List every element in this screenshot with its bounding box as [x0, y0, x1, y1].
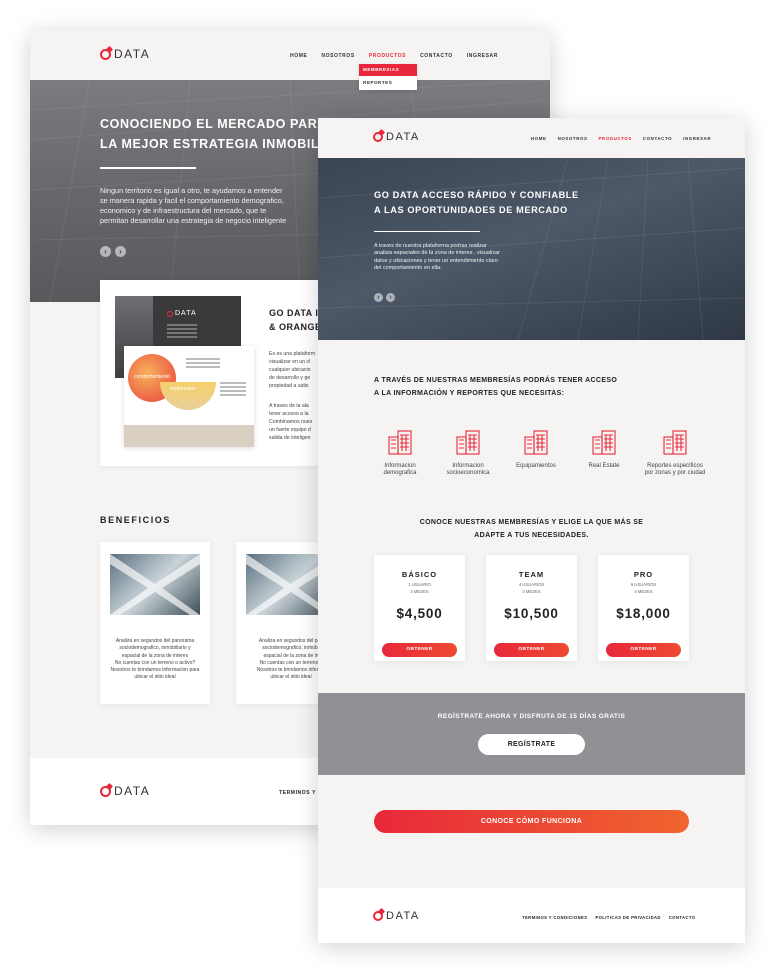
hero-rule: [100, 167, 196, 169]
plan-name: BÁSICO: [401, 570, 438, 579]
feature-demografica: Informacion demografica: [366, 429, 434, 477]
footer-privacy-link[interactable]: POLITICAS DE PRIVACIDAD: [595, 915, 660, 920]
nav-nosotros[interactable]: NOSOTROS: [558, 136, 588, 141]
feature-socioeconomica: Informacion socioeconomica: [434, 429, 502, 477]
memberships-intro: A TRAVÉS DE NUESTRAS MEMBRESÍAS PODRÁS T…: [374, 377, 618, 397]
nav-nosotros[interactable]: NOSOTROS: [321, 53, 354, 59]
nav-productos[interactable]: PRODUCTOS: [369, 53, 406, 59]
plan-months: 3 MESES: [410, 589, 429, 594]
feature-real-estate: Real Estate: [570, 429, 638, 477]
building-icon: [524, 430, 548, 455]
hero-text-front: A traves de nuestra plataforma podras re…: [374, 243, 500, 272]
product-paragraph-2: A traves de la ala tener acceso a la Combi…: [269, 403, 313, 442]
logo[interactable]: DATA: [100, 47, 150, 61]
navbar-front: DATA HOME NOSOTROS PRODUCTOS CONTACTO IN…: [318, 118, 745, 158]
plan-users: 4 USUARIOS: [518, 582, 545, 587]
plan-name: PRO: [633, 570, 654, 579]
hero-slider-arrows-front: ‹ ›: [374, 293, 395, 302]
nav-home[interactable]: HOME: [531, 136, 547, 141]
plan-price: $10,500: [504, 606, 559, 621]
benefit-card-1: Analiza en segundos del panorama sociodem…: [100, 542, 210, 704]
hero-slider-arrows: ‹ ›: [100, 246, 126, 257]
how-it-works-button[interactable]: CONOCE CÓMO FUNCIONA: [374, 810, 689, 833]
next-arrow-icon[interactable]: ›: [115, 246, 126, 257]
hero-title: CONOCIENDO EL MERCADO PARA C LA MEJOR EST…: [100, 117, 341, 151]
plan-name: TEAM: [518, 570, 545, 579]
footer-logo-mark-icon: [100, 785, 111, 797]
plan-users: 1 USUARIO: [408, 582, 431, 587]
prev-arrow-icon[interactable]: ‹: [374, 293, 383, 302]
trial-text: REGÍSTRATE AHORA Y DISFRUTA DE 15 DÍAS G…: [437, 713, 626, 720]
plan-months: 3 MESES: [522, 589, 541, 594]
obtener-button[interactable]: OBTENER: [606, 643, 681, 657]
page-mockup-front: DATA HOME NOSOTROS PRODUCTOS CONTACTO IN…: [318, 118, 745, 943]
trial-banner: REGÍSTRATE AHORA Y DISFRUTA DE 15 DÍAS G…: [318, 693, 745, 775]
benefit-text-1: Analiza en segundos del panorama sociodem…: [110, 638, 200, 681]
benefit-image-1: [110, 554, 200, 615]
obtener-button[interactable]: OBTENER: [494, 643, 569, 657]
plan-months: 4 MESES: [634, 589, 653, 594]
logo-text: DATA: [114, 47, 151, 61]
nav-contacto[interactable]: CONTACTO: [643, 136, 672, 141]
product-title: GO DATA I & ORANGE: [269, 308, 322, 333]
footer-logo-mark-icon: [373, 911, 383, 921]
memberships-title: CONOCE NUESTRAS MEMBRESÍAS Y ELIGE LA QU…: [419, 519, 644, 539]
plan-card-pro: PRO 6 USUARIOS 4 MESES $18,000 OBTENER: [598, 555, 689, 661]
benefits-title: BENEFICIOS: [100, 515, 172, 525]
building-icon: [456, 430, 480, 455]
logo-mark-icon: [100, 48, 111, 60]
nav-contacto[interactable]: CONTACTO: [420, 53, 453, 59]
productos-dropdown: MEMBRESIAS REPORTES: [359, 64, 417, 90]
main-menu-front: HOME NOSOTROS PRODUCTOS CONTACTO INGRESA…: [531, 136, 711, 141]
logo-front[interactable]: DATA: [373, 131, 420, 143]
building-icon: [388, 430, 412, 455]
dropdown-item-reportes[interactable]: REPORTES: [359, 76, 417, 90]
product-paragraph-1: Es es una plataform visualizar en un cl cu…: [269, 351, 316, 390]
prev-arrow-icon[interactable]: ‹: [100, 246, 111, 257]
features-row: Informacion demografica Informacion socioe…: [366, 429, 712, 477]
product-light-card-image: comportamiento exploracion: [124, 346, 254, 447]
next-arrow-icon[interactable]: ›: [386, 293, 395, 302]
footer-terms-link[interactable]: TERMINOS Y C: [279, 790, 322, 796]
plan-card-basico: BÁSICO 1 USUARIO 3 MESES $4,500 OBTENER: [374, 555, 465, 661]
nav-productos[interactable]: PRODUCTOS: [599, 136, 632, 141]
navbar: DATA HOME NOSOTROS PRODUCTOS CONTACTO IN…: [30, 30, 550, 80]
plan-card-team: TEAM 4 USUARIOS 3 MESES $10,500 OBTENER: [486, 555, 577, 661]
semicircle-label: exploracion: [170, 386, 196, 392]
nav-ingresar[interactable]: INGRESAR: [683, 136, 711, 141]
footer-logo[interactable]: DATA: [100, 784, 150, 798]
main-menu: HOME NOSOTROS PRODUCTOS CONTACTO INGRESA…: [290, 53, 498, 59]
logo-mark-icon: [373, 132, 383, 142]
feature-reportes: Reportes especificos por zonas y por ciud…: [638, 429, 712, 477]
dark-card-logo-text: DATA: [175, 310, 197, 317]
circle-label: comportamiento: [134, 374, 170, 380]
building-icon: [663, 430, 687, 455]
building-icon: [592, 430, 616, 455]
hero-section-front: GO DATA ACCESO RÁPIDO Y CONFIABLE A LAS O…: [318, 158, 745, 340]
dropdown-item-membresias[interactable]: MEMBRESIAS: [359, 64, 417, 76]
plan-users: 6 USUARIOS: [630, 582, 657, 587]
footer-terms-link[interactable]: TERMINOS Y CONDICIONES: [522, 915, 587, 920]
hero-title-front: GO DATA ACCESO RÁPIDO Y CONFIABLE A LAS O…: [374, 190, 579, 215]
obtener-button[interactable]: OBTENER: [382, 643, 457, 657]
hero-text: Ningun territorio es igual a otro, te ay…: [100, 186, 287, 225]
register-button[interactable]: REGÍSTRATE: [478, 734, 585, 755]
footer-links: TERMINOS Y CONDICIONES POLITICAS DE PRIV…: [522, 915, 695, 920]
nav-home[interactable]: HOME: [290, 53, 307, 59]
footer-contact-link[interactable]: CONTACTO: [669, 915, 696, 920]
hero-rule-front: [374, 231, 480, 232]
logo-text: DATA: [386, 131, 420, 143]
feature-equipamientos: Equipamientos: [502, 429, 570, 477]
nav-ingresar[interactable]: INGRESAR: [467, 53, 498, 59]
plan-price: $18,000: [616, 606, 671, 621]
footer-front: DATA TERMINOS Y CONDICIONES POLITICAS DE…: [318, 888, 745, 943]
footer-logo-front[interactable]: DATA: [373, 910, 420, 922]
plan-price: $4,500: [396, 606, 443, 621]
